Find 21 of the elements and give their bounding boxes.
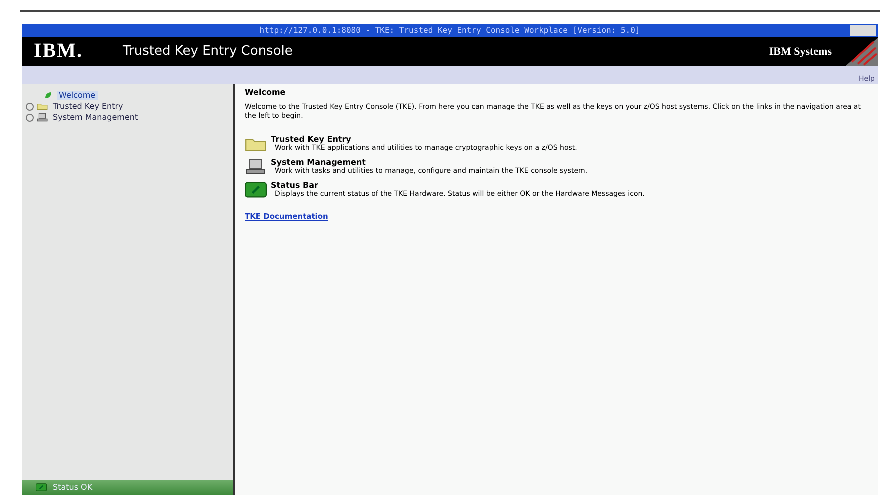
brand-text: IBM Systems bbox=[769, 46, 832, 58]
tree-item[interactable]: Trusted Key Entry bbox=[51, 102, 126, 111]
section-title[interactable]: Trusted Key Entry bbox=[271, 135, 578, 144]
computer-icon bbox=[245, 159, 267, 176]
status-icon bbox=[36, 483, 47, 492]
tree-item[interactable]: Welcome bbox=[57, 91, 98, 100]
page-heading: Welcome bbox=[245, 88, 287, 97]
app-title: Trusted Key Entry Console bbox=[123, 44, 294, 59]
status-icon bbox=[245, 182, 267, 198]
folder-icon bbox=[37, 102, 48, 111]
logo: IBM. bbox=[34, 40, 83, 63]
leaf-icon bbox=[43, 91, 54, 100]
status-text: Status OK bbox=[53, 483, 93, 492]
section-title[interactable]: Status Bar bbox=[271, 181, 645, 190]
tree-item[interactable]: System Management bbox=[51, 113, 140, 122]
expand-icon[interactable] bbox=[26, 102, 34, 110]
window-title: http://127.0.0.1:8080 - TKE: Trusted Key Entry Console Workplace [Version: 5.0] bbox=[260, 26, 640, 35]
expand-icon[interactable] bbox=[26, 114, 34, 122]
computer-icon bbox=[37, 113, 48, 122]
section-title[interactable]: System Management bbox=[271, 158, 588, 168]
folder-icon bbox=[245, 136, 267, 152]
